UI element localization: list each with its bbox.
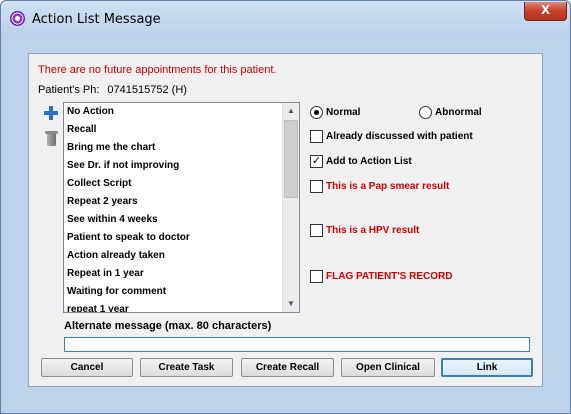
already-discussed-checkbox[interactable]: [310, 130, 323, 143]
action-list-message-window: Action List Message X There are no futur…: [0, 0, 571, 414]
open-clinical-button[interactable]: Open Clinical: [341, 358, 435, 377]
pap-smear-checkbox[interactable]: [310, 180, 323, 193]
list-item[interactable]: repeat 1 year: [64, 301, 283, 312]
title-bar[interactable]: Action List Message X: [1, 1, 570, 39]
hpv-checkbox[interactable]: [310, 224, 323, 237]
list-item[interactable]: Collect Script: [64, 175, 283, 193]
hpv-label: This is a HPV result: [326, 225, 420, 236]
alternate-message-label: Alternate message (max. 80 characters): [64, 320, 272, 332]
appointment-message: There are no future appointments for thi…: [38, 64, 277, 76]
patient-phone-value: 0741515752 (H): [107, 84, 187, 96]
list-item[interactable]: See Dr. if not improving: [64, 157, 283, 175]
alternate-message-input[interactable]: [64, 337, 530, 352]
pap-smear-label: This is a Pap smear result: [326, 181, 450, 192]
cancel-button[interactable]: Cancel: [41, 358, 133, 377]
trash-icon[interactable]: [45, 131, 58, 146]
scroll-down-arrow-icon[interactable]: ▼: [283, 296, 299, 312]
add-to-action-list-label: Add to Action List: [326, 156, 412, 167]
normal-label: Normal: [326, 107, 361, 118]
list-item[interactable]: Action already taken: [64, 247, 283, 265]
close-button[interactable]: X: [524, 2, 567, 21]
action-list-items: No Action Recall Bring me the chart See Dr.…: [64, 103, 299, 312]
scroll-thumb[interactable]: [284, 120, 298, 198]
link-button[interactable]: Link: [441, 358, 533, 377]
normal-radio[interactable]: [310, 106, 323, 119]
list-item[interactable]: Repeat 2 years: [64, 193, 283, 211]
list-item[interactable]: Bring me the chart: [64, 139, 283, 157]
scroll-up-arrow-icon[interactable]: ▲: [283, 103, 299, 119]
flag-record-label: FLAG PATIENT'S RECORD: [326, 271, 453, 282]
window-title: Action List Message: [32, 12, 161, 27]
list-item[interactable]: Recall: [64, 121, 283, 139]
list-item[interactable]: Patient to speak to doctor: [64, 229, 283, 247]
list-scrollbar[interactable]: ▲ ▼: [282, 103, 299, 312]
dialog-body: There are no future appointments for thi…: [28, 53, 543, 387]
check-icon: ✓: [311, 155, 322, 167]
abnormal-radio[interactable]: [419, 106, 432, 119]
create-recall-button[interactable]: Create Recall: [241, 358, 334, 377]
list-item[interactable]: Repeat in 1 year: [64, 265, 283, 283]
plus-icon[interactable]: [44, 106, 58, 120]
already-discussed-label: Already discussed with patient: [326, 131, 473, 142]
list-item[interactable]: No Action: [64, 103, 283, 121]
abnormal-label: Abnormal: [435, 107, 482, 118]
patient-phone-label: Patient's Ph:: [38, 84, 100, 96]
list-item[interactable]: Waiting for comment: [64, 283, 283, 301]
action-listbox[interactable]: No Action Recall Bring me the chart See Dr.…: [63, 102, 300, 313]
list-item[interactable]: See within 4 weeks: [64, 211, 283, 229]
app-logo-icon: [10, 11, 25, 26]
add-to-action-list-checkbox[interactable]: ✓: [310, 155, 323, 168]
flag-record-checkbox[interactable]: [310, 270, 323, 283]
create-task-button[interactable]: Create Task: [140, 358, 233, 377]
patient-phone: Patient's Ph: 0741515752 (H): [38, 84, 187, 96]
